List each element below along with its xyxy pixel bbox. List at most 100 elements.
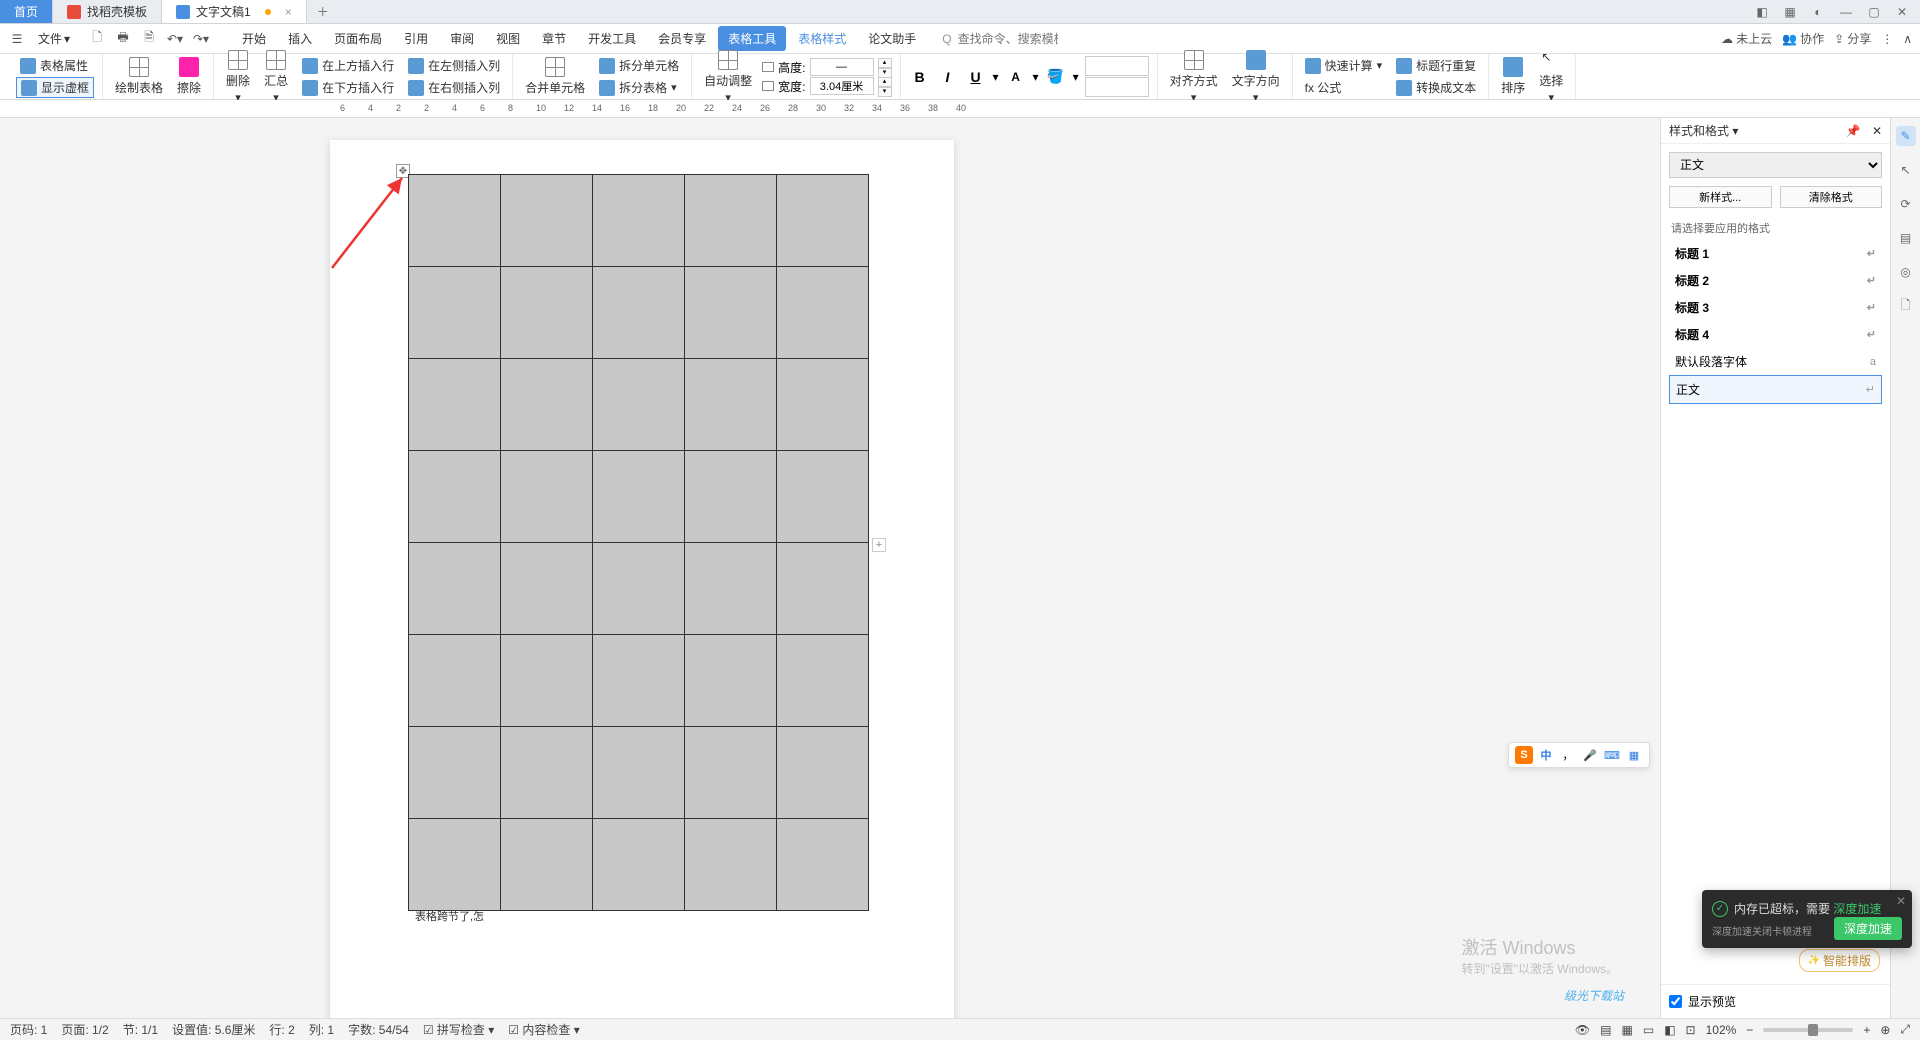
table-properties-button[interactable]: 表格属性	[16, 55, 94, 76]
style-heading-3[interactable]: 标题 3↵	[1669, 294, 1882, 321]
status-content[interactable]: ☑ 内容检查 ▾	[508, 1021, 579, 1038]
book-icon[interactable]: ▤	[1896, 228, 1916, 248]
ime-lang[interactable]: 中	[1537, 746, 1555, 764]
header-repeat-button[interactable]: 标题行重复	[1392, 55, 1480, 76]
summary-button[interactable]: 汇总▾	[260, 48, 292, 106]
ruler[interactable]: 642246810121416182022242628303234363840	[0, 100, 1920, 118]
style-heading-2[interactable]: 标题 2↵	[1669, 267, 1882, 294]
autofit-button[interactable]: 自动调整▾	[700, 48, 756, 106]
italic-button[interactable]: I	[937, 66, 959, 88]
view-mode-4-icon[interactable]: ◧	[1664, 1023, 1675, 1037]
more-icon[interactable]: ⋮	[1881, 32, 1893, 46]
pencil-icon[interactable]: ✎	[1896, 126, 1916, 146]
apps-icon[interactable]: ▦	[1780, 2, 1800, 22]
menu-tab-layout[interactable]: 页面布局	[324, 26, 392, 51]
close-panel-icon[interactable]: ✕	[1872, 124, 1882, 138]
insert-col-left-button[interactable]: 在左侧插入列	[404, 55, 504, 76]
close-icon[interactable]: ×	[285, 5, 292, 19]
menu-tab-view[interactable]: 视图	[486, 26, 530, 51]
file-menu[interactable]: 文件▾	[32, 30, 76, 47]
height-spinner[interactable]: ▴▾	[878, 58, 892, 76]
status-words[interactable]: 字数: 54/54	[348, 1021, 409, 1038]
merge-cells-button[interactable]: 合并单元格	[521, 55, 589, 98]
ai-layout-badge[interactable]: ✨智能排版	[1799, 949, 1880, 972]
style-body[interactable]: 正文↵	[1669, 375, 1882, 404]
tab-document[interactable]: 文字文稿1 ×	[162, 0, 307, 23]
redo-icon[interactable]: ↷▾	[192, 30, 210, 48]
add-column-handle[interactable]: +	[872, 538, 886, 552]
ime-grid-icon[interactable]: ▦	[1625, 746, 1643, 764]
delete-button[interactable]: 删除▾	[222, 48, 254, 106]
pointer-icon[interactable]: ↖	[1896, 160, 1916, 180]
menu-tab-reference[interactable]: 引用	[394, 26, 438, 51]
border-width-select[interactable]	[1085, 77, 1149, 97]
height-input[interactable]	[810, 58, 874, 76]
ime-keyboard-icon[interactable]: ⌨	[1603, 746, 1621, 764]
menu-tab-thesis[interactable]: 论文助手	[858, 26, 926, 51]
status-expand-icon[interactable]: ⤢	[1900, 1022, 1910, 1037]
font-color-button[interactable]: A	[1005, 66, 1027, 88]
formula-button[interactable]: fx 公式	[1301, 77, 1387, 98]
menu-tab-review[interactable]: 审阅	[440, 26, 484, 51]
to-text-button[interactable]: 转换成文本	[1392, 77, 1480, 98]
style-default-font[interactable]: 默认段落字体a	[1669, 348, 1882, 375]
pin-icon[interactable]: 📌	[1846, 124, 1861, 138]
view-mode-2-icon[interactable]: ▦	[1622, 1023, 1633, 1037]
zoom-in-icon[interactable]: +	[1863, 1023, 1870, 1037]
show-borders-button[interactable]: 显示虚框	[16, 77, 94, 98]
ime-punct-icon[interactable]: ，	[1559, 746, 1577, 764]
maximize-icon[interactable]: ▢	[1864, 2, 1884, 22]
status-spell[interactable]: ☑ 拼写检查 ▾	[423, 1021, 494, 1038]
table[interactable]	[408, 174, 869, 911]
status-section[interactable]: 节: 1/1	[123, 1021, 158, 1038]
split-cells-button[interactable]: 拆分单元格	[595, 55, 683, 76]
view-mode-1-icon[interactable]: ▤	[1600, 1023, 1611, 1037]
insert-col-right-button[interactable]: 在右侧插入列	[404, 77, 504, 98]
undo-icon[interactable]: ↶▾	[166, 30, 184, 48]
sort-button[interactable]: 排序	[1497, 55, 1529, 98]
close-window-icon[interactable]: ✕	[1892, 2, 1912, 22]
menu-tab-section[interactable]: 章节	[532, 26, 576, 51]
fill-color-button[interactable]: 🪣	[1045, 66, 1067, 88]
minimize-icon[interactable]: —	[1836, 2, 1856, 22]
new-style-button[interactable]: 新样式...	[1669, 186, 1772, 208]
align-button[interactable]: 对齐方式▾	[1166, 48, 1222, 106]
preview-icon[interactable]: 🗎	[140, 30, 158, 48]
layout-icon[interactable]: ◧	[1752, 2, 1772, 22]
target-icon[interactable]: ◎	[1896, 262, 1916, 282]
ime-toolbar[interactable]: S 中 ， 🎤 ⌨ ▦	[1508, 742, 1650, 768]
current-style-select[interactable]: 正文	[1669, 152, 1882, 178]
status-page-no[interactable]: 页码: 1	[10, 1021, 47, 1038]
save-icon[interactable]: 🗋	[88, 30, 106, 48]
draw-table-button[interactable]: 绘制表格	[111, 55, 167, 98]
eraser-button[interactable]: 擦除	[173, 55, 205, 98]
menu-tab-dev[interactable]: 开发工具	[578, 26, 646, 51]
zoom-value[interactable]: 102%	[1706, 1023, 1737, 1037]
border-style-select[interactable]	[1085, 56, 1149, 76]
ime-mic-icon[interactable]: 🎤	[1581, 746, 1599, 764]
insert-row-below-button[interactable]: 在下方插入行	[298, 77, 398, 98]
insert-row-above-button[interactable]: 在上方插入行	[298, 55, 398, 76]
tab-templates[interactable]: 找稻壳模板	[53, 0, 162, 23]
split-table-button[interactable]: 拆分表格▾	[595, 77, 683, 98]
show-preview-checkbox[interactable]	[1669, 995, 1682, 1008]
view-mode-3-icon[interactable]: ▭	[1643, 1023, 1654, 1037]
toast-close-icon[interactable]: ✕	[1896, 894, 1906, 908]
text-direction-button[interactable]: 文字方向▾	[1228, 48, 1284, 106]
coop-button[interactable]: 👥 协作	[1782, 30, 1824, 47]
underline-button[interactable]: U	[965, 66, 987, 88]
skin-icon[interactable]: ◐	[1808, 2, 1828, 22]
eye-icon[interactable]: 👁	[1575, 1023, 1590, 1037]
refresh-icon[interactable]: ⟳	[1896, 194, 1916, 214]
zoom-slider[interactable]	[1763, 1028, 1853, 1032]
menu-tab-table-style[interactable]: 表格样式	[788, 26, 856, 51]
width-spinner[interactable]: ▴▾	[878, 77, 892, 95]
tab-home[interactable]: 首页	[0, 0, 53, 23]
select-button[interactable]: ↖选择▾	[1535, 48, 1567, 106]
status-more-icon[interactable]: ⊕	[1880, 1023, 1890, 1037]
bold-button[interactable]: B	[909, 66, 931, 88]
clear-format-button[interactable]: 清除格式	[1780, 186, 1883, 208]
tab-add[interactable]: ＋	[307, 0, 339, 23]
page-icon[interactable]: 🗋	[1896, 296, 1916, 316]
status-page[interactable]: 页面: 1/2	[61, 1021, 108, 1038]
